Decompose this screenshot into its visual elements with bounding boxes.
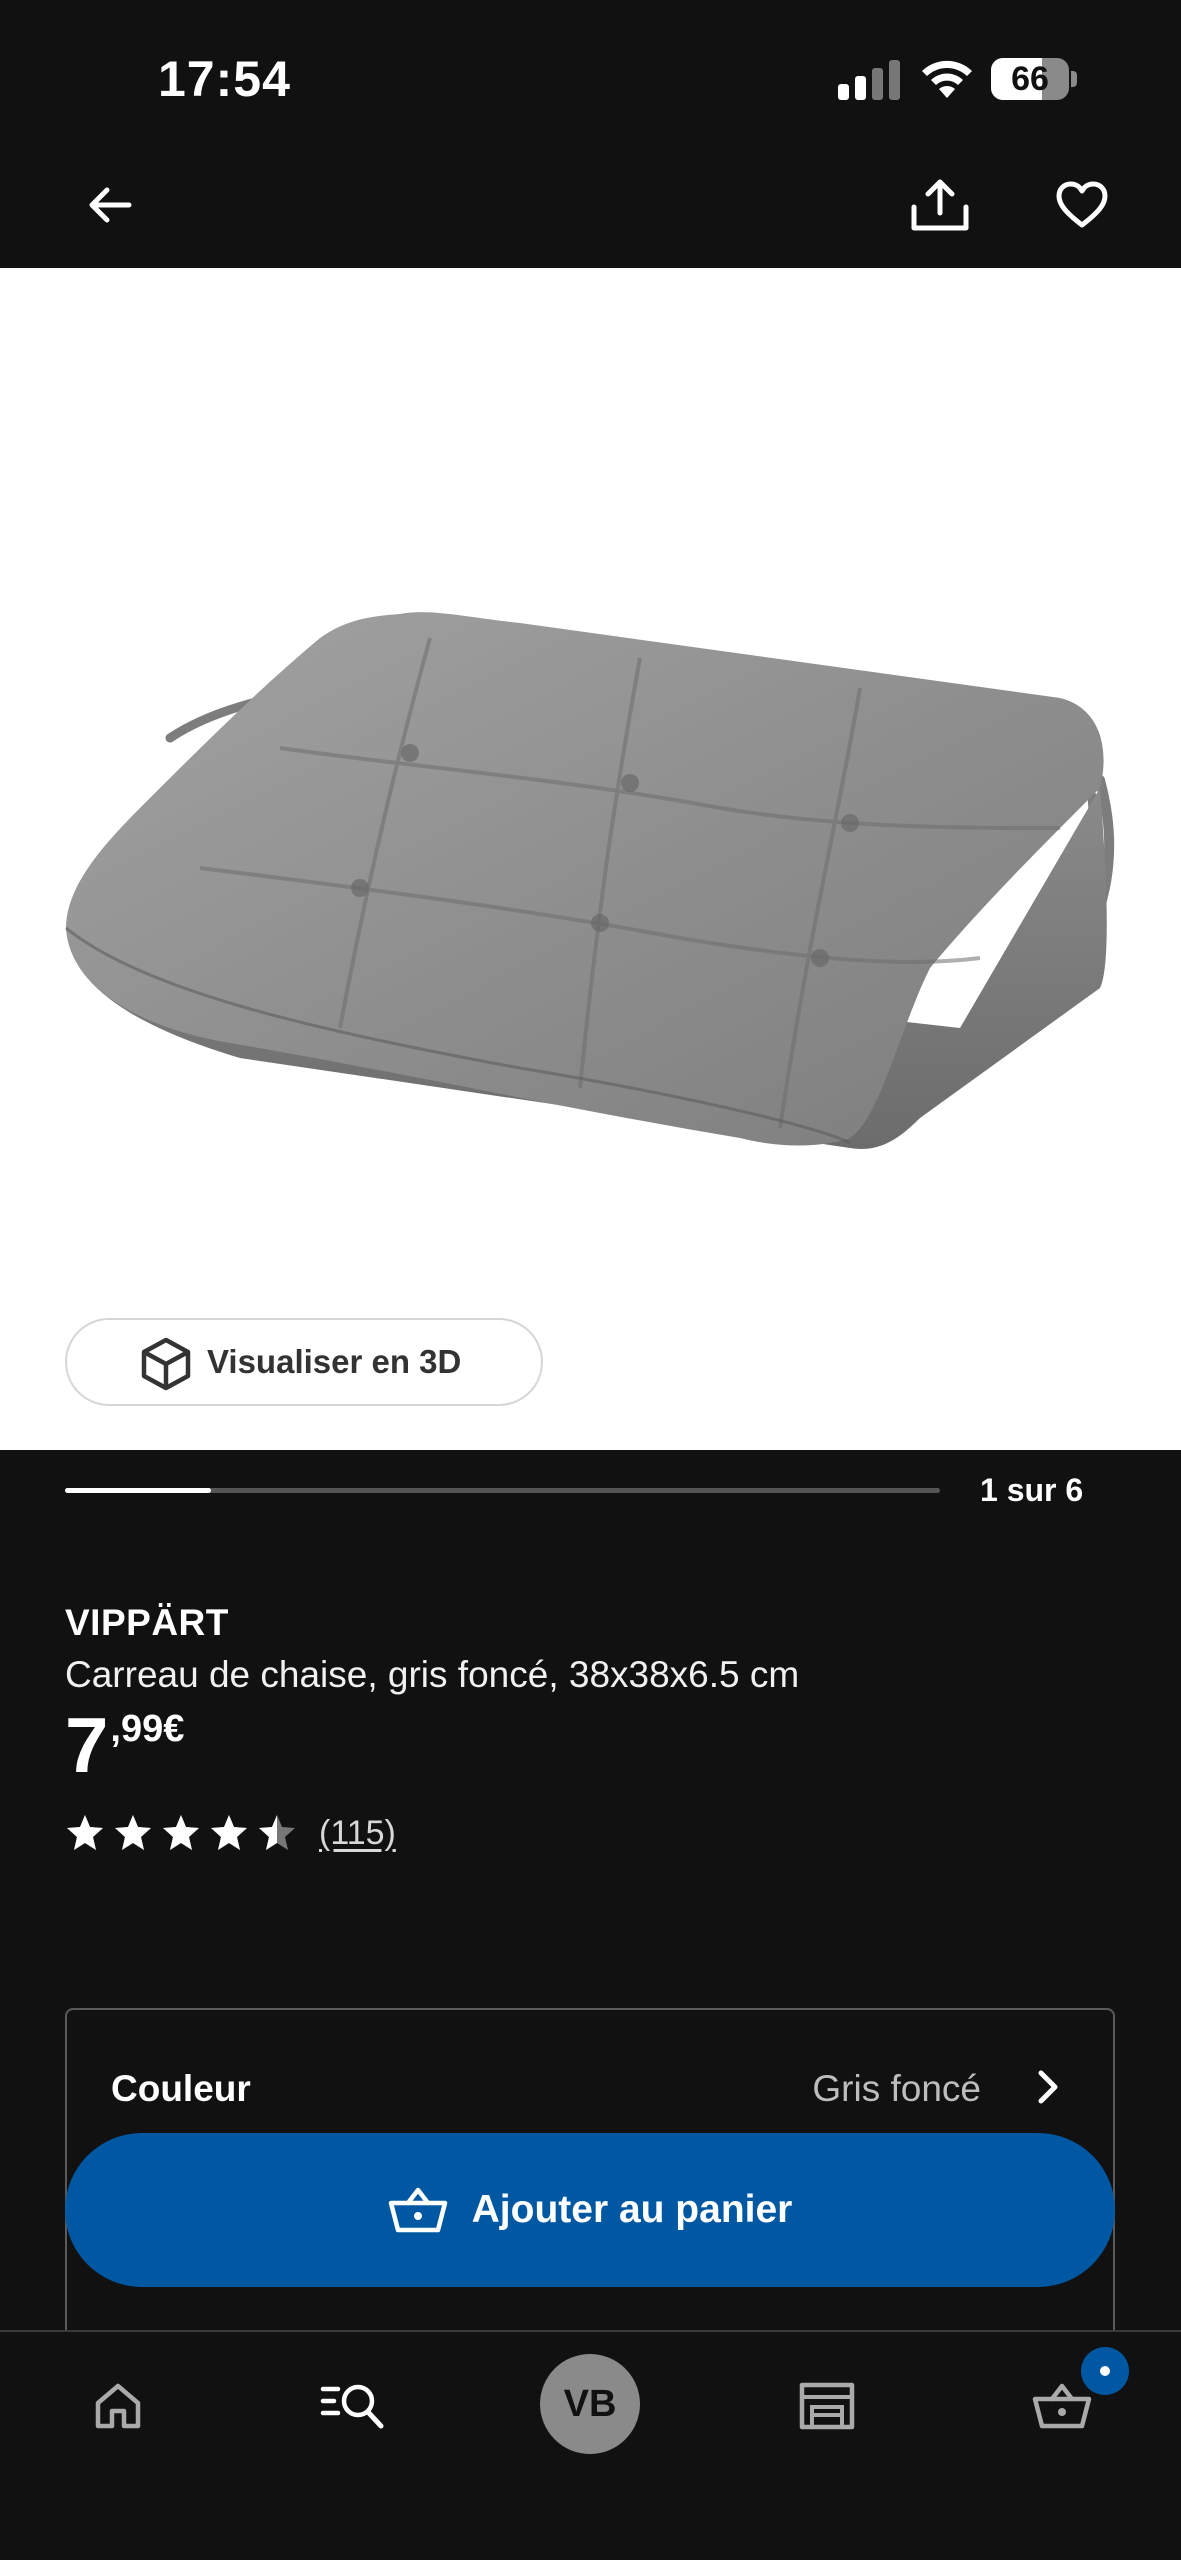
nav-search[interactable]: [303, 2356, 403, 2456]
share-icon: [911, 179, 969, 231]
favorite-button[interactable]: [1037, 160, 1127, 250]
wifi-icon: [922, 60, 972, 98]
back-button[interactable]: [65, 160, 155, 250]
star-icon: [67, 1815, 103, 1850]
star-icon: [259, 1815, 295, 1850]
product-photo: [65, 612, 1115, 1149]
star-icon: [211, 1815, 247, 1850]
search-icon: [320, 2384, 384, 2429]
top-nav: [0, 160, 1181, 268]
arrow-left-icon: [89, 187, 132, 223]
add-to-cart-label: Ajouter au panier: [471, 2188, 793, 2231]
view-3d-button[interactable]: Visualiser en 3D: [65, 1318, 543, 1406]
gallery-progress-track: [65, 1488, 940, 1493]
nav-stores[interactable]: [777, 2356, 877, 2456]
star-icon: [115, 1815, 151, 1850]
cellular-signal-icon: [838, 60, 900, 100]
gallery-counter: 1 sur 6: [980, 1472, 1084, 1508]
rating-stars: [65, 1813, 305, 1853]
color-value: Gris foncé: [812, 2068, 981, 2109]
status-bar: 17:54 66: [0, 0, 1181, 160]
view-3d-label: Visualiser en 3D: [207, 1343, 462, 1380]
status-time: 17:54: [158, 51, 291, 107]
product-image-carousel[interactable]: Visualiser en 3D: [0, 268, 1181, 1450]
price-integer: 7: [65, 1701, 109, 1789]
cube-icon: [141, 1337, 191, 1391]
battery-percent: 66: [1011, 60, 1049, 98]
basket-icon: [1032, 2383, 1092, 2429]
nav-home[interactable]: [68, 2356, 168, 2456]
product-rating[interactable]: (115): [65, 1810, 396, 1856]
store-icon: [799, 2382, 855, 2430]
bottom-nav: VB: [0, 2330, 1181, 2560]
color-label: Couleur: [111, 2068, 251, 2109]
add-to-cart-button[interactable]: Ajouter au panier: [65, 2133, 1115, 2287]
product-price: 7 ,99€: [65, 1705, 184, 1785]
gallery-progress-fill: [65, 1488, 211, 1493]
price-decimal: ,99€: [110, 1708, 185, 1750]
product-description: Carreau de chaise, gris foncé, 38x38x6.5…: [65, 1654, 800, 1695]
heart-icon: [1056, 181, 1108, 228]
chevron-right-icon: [1023, 2062, 1073, 2112]
nav-profile-avatar[interactable]: VB: [540, 2354, 640, 2454]
battery-icon: 66: [991, 58, 1077, 100]
basket-icon: [388, 2187, 447, 2233]
home-icon: [95, 2383, 141, 2429]
share-button[interactable]: [895, 160, 985, 250]
gallery-indicator: 1 sur 6: [0, 1450, 1181, 1540]
rating-count-link[interactable]: (115): [319, 1814, 396, 1853]
cart-badge: [1081, 2347, 1129, 2395]
star-icon: [163, 1815, 199, 1850]
product-name: VIPPÄRT: [65, 1602, 229, 1643]
